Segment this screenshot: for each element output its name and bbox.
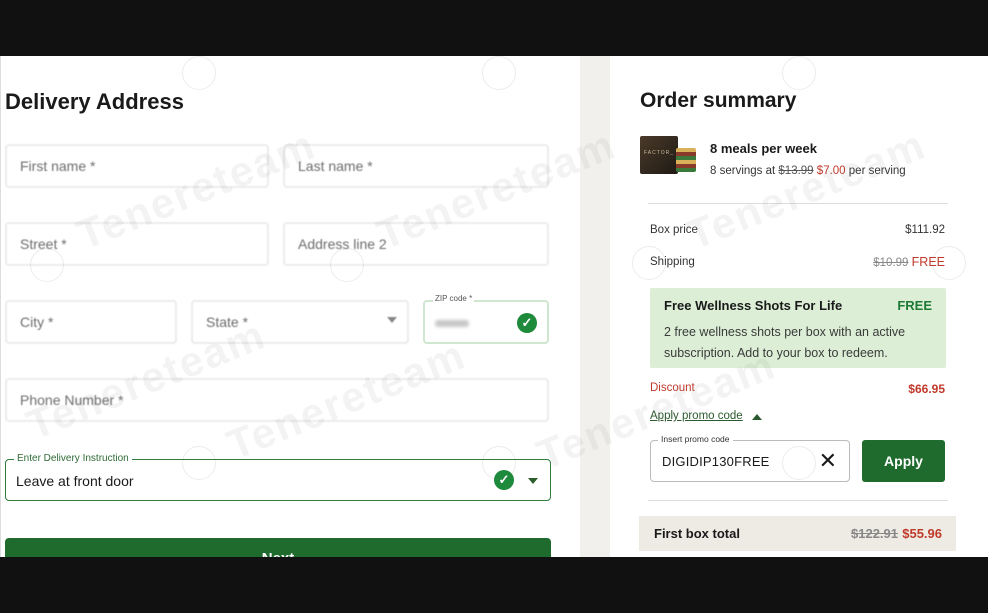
order-summary-panel: Order summary FACTOR_ 8 meals per week 8… [610, 56, 988, 557]
last-name-placeholder: Last name * [298, 158, 373, 174]
zip-code-value-redacted [435, 320, 469, 327]
shipping-label: Shipping [650, 256, 695, 268]
shipping-free: FREE [911, 255, 945, 269]
checkout-page: Delivery Address First name * Last name … [0, 56, 988, 557]
shipping-value: $10.99 FREE [873, 255, 945, 269]
plan-pricing: 8 servings at $13.99 $7.00 per serving [710, 165, 906, 177]
delivery-instruction-value: Leave at front door [16, 473, 134, 489]
total-new-price: $55.96 [902, 526, 942, 541]
check-circle-icon: ✓ [494, 470, 514, 490]
promo-free-badge: FREE [897, 298, 932, 313]
order-summary-title: Order summary [640, 89, 797, 112]
state-select[interactable]: State * [191, 300, 409, 344]
phone-placeholder: Phone Number * [20, 392, 124, 408]
address-line2-placeholder: Address line 2 [298, 236, 387, 252]
address-line2-field[interactable]: Address line 2 [283, 222, 549, 266]
discount-label: Discount [650, 382, 695, 394]
plan-title: 8 meals per week [710, 141, 817, 156]
apply-button[interactable]: Apply [862, 440, 945, 482]
street-placeholder: Street * [20, 236, 67, 252]
letterbox-top [0, 0, 988, 56]
wellness-shots-promo: Free Wellness Shots For Life FREE 2 free… [650, 288, 946, 368]
total-old-price: $122.91 [851, 526, 898, 541]
promo-code-label: Insert promo code [658, 434, 733, 444]
last-name-field[interactable]: Last name * [283, 144, 549, 188]
close-icon[interactable]: ✕ [819, 448, 837, 474]
first-name-field[interactable]: First name * [5, 144, 269, 188]
discount-value: $66.95 [908, 382, 945, 396]
box-price-label: Box price [650, 224, 698, 236]
per-serving-text: per serving [848, 165, 906, 177]
zip-code-field[interactable]: ZIP code * ✓ [423, 294, 549, 344]
chevron-down-icon [387, 317, 397, 323]
promo-title: Free Wellness Shots For Life [664, 298, 843, 313]
delivery-title: Delivery Address [5, 89, 184, 114]
delivery-instruction-select[interactable]: Enter Delivery Instruction Leave at fron… [5, 453, 551, 501]
first-box-total-row: First box total $122.91 $55.96 [639, 516, 956, 551]
servings-text: 8 servings at [710, 165, 776, 177]
chevron-up-icon[interactable] [752, 414, 762, 420]
chevron-down-icon[interactable] [528, 478, 538, 484]
city-placeholder: City * [20, 314, 54, 330]
city-field[interactable]: City * [5, 300, 177, 344]
meal-stack-graphic [676, 148, 696, 172]
letterbox-bottom [0, 557, 988, 613]
delivery-instruction-label: Enter Delivery Instruction [14, 453, 132, 464]
total-label: First box total [654, 526, 740, 541]
shipping-old-price: $10.99 [873, 257, 909, 269]
delivery-panel: Delivery Address First name * Last name … [0, 56, 580, 557]
zip-code-label: ZIP code * [433, 294, 475, 303]
new-price-per-serving: $7.00 [816, 165, 846, 177]
phone-number-field[interactable]: Phone Number * [5, 378, 549, 422]
meal-box-image: FACTOR_ [640, 134, 696, 176]
check-circle-icon: ✓ [517, 313, 537, 333]
box-graphic: FACTOR_ [640, 136, 678, 174]
promo-description: 2 free wellness shots per box with an ac… [664, 325, 906, 360]
first-name-placeholder: First name * [20, 158, 96, 174]
divider [648, 500, 948, 501]
box-brand-text: FACTOR_ [644, 150, 674, 156]
divider [648, 203, 948, 204]
old-price-per-serving: $13.99 [778, 165, 814, 177]
next-button[interactable]: Next [5, 538, 551, 557]
state-placeholder: State * [206, 314, 249, 330]
promo-code-input[interactable]: Insert promo code DIGIDIP130FREE ✕ [650, 434, 850, 482]
promo-code-value: DIGIDIP130FREE [662, 454, 770, 469]
apply-promo-code-link[interactable]: Apply promo code [650, 410, 743, 422]
street-field[interactable]: Street * [5, 222, 269, 266]
box-price-value: $111.92 [905, 224, 945, 236]
